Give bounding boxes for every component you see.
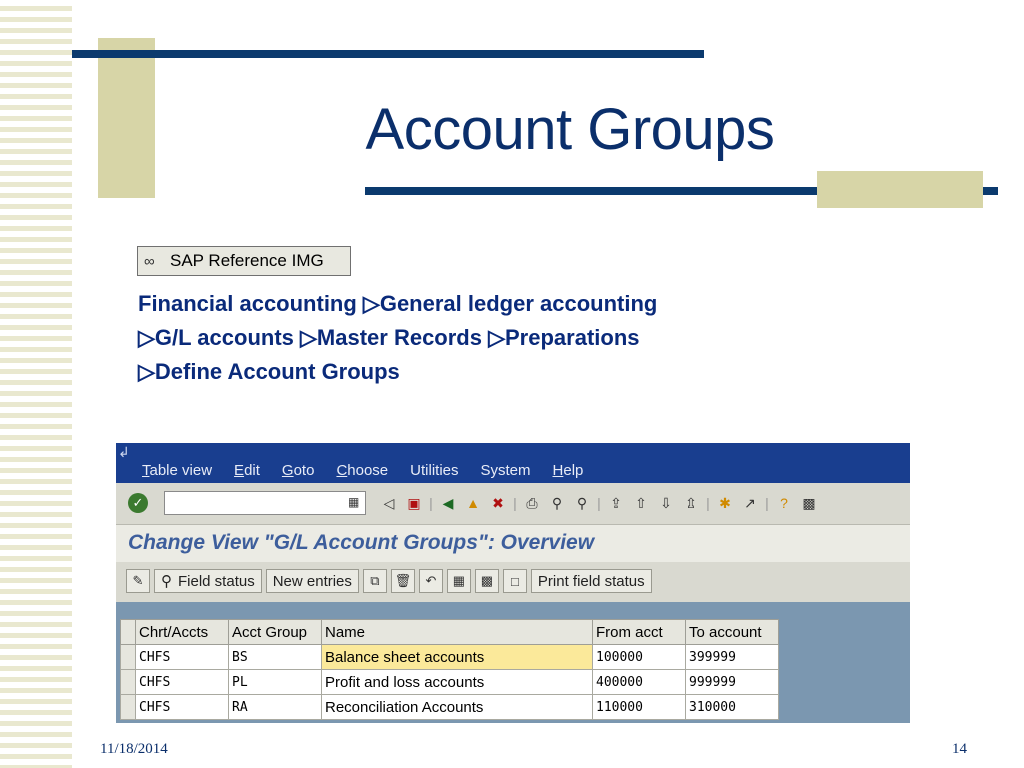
copy-icon[interactable]: ⧉ [362,569,387,593]
next-page-icon[interactable]: ⇩ [655,492,677,514]
menu-edit[interactable]: Edit [234,462,260,479]
row-selector[interactable] [120,669,136,695]
select-all-icon[interactable]: ▦ [446,569,471,593]
work-area [116,602,910,616]
table-cell[interactable]: 999999 [685,669,779,695]
sap-menu: Table view Edit Goto Choose Utilities Sy… [142,462,605,479]
layout-menu-icon[interactable]: ▩ [798,492,820,514]
command-field[interactable] [164,491,366,515]
column-header[interactable]: To account [685,619,779,645]
row-selector[interactable] [120,694,136,720]
table-cell[interactable]: CHFS [135,644,229,670]
create-session-icon[interactable]: ✱ [714,492,736,514]
sap-reference-img-button[interactable]: ∞ SAP Reference IMG [137,246,351,276]
print-icon[interactable]: ⎙ [521,492,543,514]
table-row: CHFS BS Balance sheet accounts 100000 39… [120,644,779,670]
menu-goto[interactable]: Goto [282,462,315,479]
command-history-icon[interactable]: ▦ [348,495,359,509]
field-status-button[interactable]: ⚲ Field status [154,569,262,593]
slide-date: 11/18/2014 [100,741,168,757]
table-header-row: Chrt/Accts Acct Group Name From acct To … [120,619,779,645]
shortcut-icon[interactable]: ↗ [739,492,761,514]
application-toolbar: ✎ ⚲ Field status New entries ⧉ 🗑 ↶ ▦ ▩ □… [116,562,910,602]
column-header[interactable]: Chrt/Accts [135,619,229,645]
menu-utilities[interactable]: Utilities [410,462,458,479]
standard-toolbar-icons: ◁ ▣ | ◀ ▲ ✖ | ⎙ ⚲ ⚲ | ⇪ ⇧ ⇩ ⇫ | ✱ ↗ | ? … [378,492,823,514]
row-selector[interactable] [120,644,136,670]
menu-path-line-2: ▷G/L accounts ▷Master Records ▷Preparati… [138,325,640,350]
new-entries-button[interactable]: New entries [265,569,359,593]
column-header[interactable]: Acct Group [228,619,322,645]
screen-title-area: Change View "G/L Account Groups": Overvi… [116,525,910,562]
screen-title: Change View "G/L Account Groups": Overvi… [128,531,595,554]
column-header[interactable]: From acct [592,619,686,645]
toolbar-separator: | [597,495,601,511]
sap-reference-img-label: SAP Reference IMG [170,251,324,270]
table-cell[interactable]: Balance sheet accounts [321,644,593,670]
magnifier-icon: ⚲ [161,573,172,590]
menu-path-line-1: Financial accounting ▷General ledger acc… [138,291,658,316]
column-header[interactable]: Name [321,619,593,645]
table-row: CHFS RA Reconciliation Accounts 110000 3… [120,694,779,720]
account-groups-table: Chrt/Accts Acct Group Name From acct To … [120,619,779,720]
print-field-status-button[interactable]: Print field status [530,569,652,593]
slide-page-number: 14 [952,741,967,757]
save-icon[interactable]: ▣ [403,492,425,514]
toolbar-separator: | [765,495,769,511]
select-all-cell[interactable] [120,619,136,645]
last-page-icon[interactable]: ⇫ [680,492,702,514]
cancel-icon[interactable]: ✖ [487,492,509,514]
toolbar-separator: | [706,495,710,511]
select-block-icon[interactable]: ▩ [474,569,499,593]
deselect-all-icon[interactable]: □ [502,569,527,593]
delete-icon[interactable]: 🗑 [390,569,415,593]
menu-choose[interactable]: Choose [336,462,388,479]
table-cell[interactable]: 110000 [592,694,686,720]
table-cell[interactable]: CHFS [135,669,229,695]
olive-block-right [817,171,983,208]
first-page-icon[interactable]: ⇪ [605,492,627,514]
sap-screenshot: ↲ Table view Edit Goto Choose Utilities … [116,443,910,723]
title-rule-top [72,50,704,58]
back-icon[interactable]: ◀ [437,492,459,514]
table-row: CHFS PL Profit and loss accounts 400000 … [120,669,779,695]
table-cell[interactable]: 310000 [685,694,779,720]
exit-icon[interactable]: ▲ [462,492,484,514]
find-icon[interactable]: ⚲ [546,492,568,514]
olive-block-left [98,38,155,198]
table-cell[interactable]: 399999 [685,644,779,670]
menu-help[interactable]: Help [553,462,584,479]
previous-page-icon[interactable]: ⇧ [630,492,652,514]
menu-path-line-3: ▷Define Account Groups [138,359,400,384]
table-cell[interactable]: PL [228,669,322,695]
sap-menubar: ↲ Table view Edit Goto Choose Utilities … [116,443,910,483]
table-cell[interactable]: 100000 [592,644,686,670]
table-cell[interactable]: RA [228,694,322,720]
window-corner-icon: ↲ [118,444,130,460]
slide-title: Account Groups [365,97,775,162]
sap-standard-toolbar: ✓ ▦ ◁ ▣ | ◀ ▲ ✖ | ⎙ ⚲ ⚲ | ⇪ ⇧ ⇩ ⇫ | ✱ ↗ … [116,483,910,525]
find-next-icon[interactable]: ⚲ [571,492,593,514]
table-cell[interactable]: 400000 [592,669,686,695]
display-change-icon[interactable]: ✎ [126,569,150,593]
undo-change-icon[interactable]: ↶ [418,569,443,593]
table-cell[interactable]: CHFS [135,694,229,720]
menu-table-view[interactable]: Table view [142,462,212,479]
toolbar-separator: | [513,495,517,511]
table-cell[interactable]: Reconciliation Accounts [321,694,593,720]
toolbar-separator: | [429,495,433,511]
field-status-label: Field status [178,572,255,590]
collapse-left-icon[interactable]: ◁ [378,492,400,514]
enter-check-icon[interactable]: ✓ [128,493,148,513]
left-stripe-decoration [0,0,72,768]
table-cell[interactable]: Profit and loss accounts [321,669,593,695]
menu-path: Financial accounting ▷General ledger acc… [138,287,858,389]
menu-system[interactable]: System [481,462,531,479]
glasses-icon: ∞ [144,252,155,270]
help-icon[interactable]: ? [773,492,795,514]
table-cell[interactable]: BS [228,644,322,670]
